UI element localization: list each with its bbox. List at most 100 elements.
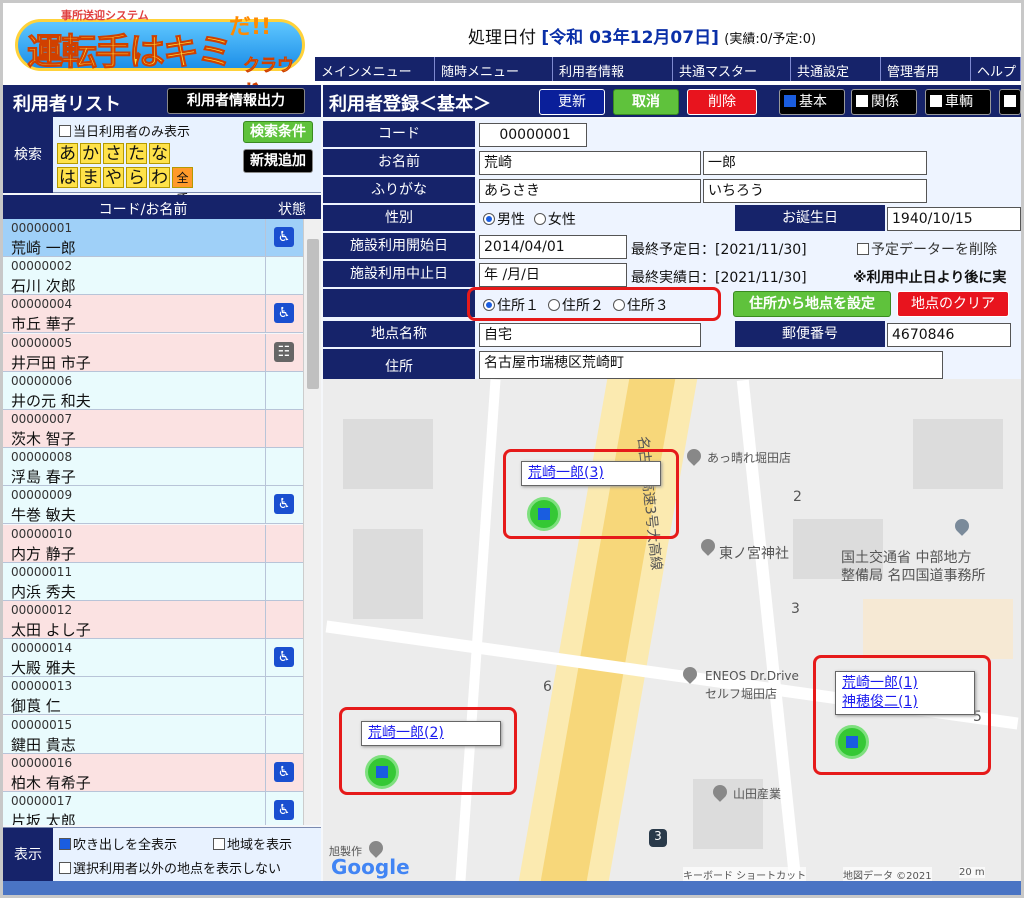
user-code: 00000015 (11, 717, 73, 732)
hide-others-option[interactable]: 選択利用者以外の地点を表示しない (59, 858, 281, 877)
user-list-row[interactable]: 00000009 牛巻 敏夫 ♿ (3, 486, 303, 525)
birthday-field[interactable]: 1940/10/15 (887, 207, 1021, 231)
tab-relation[interactable]: 関係 (851, 89, 917, 115)
user-location-marker[interactable] (527, 497, 561, 531)
keyboard-shortcuts-link[interactable]: キーボード ショートカット (683, 867, 807, 881)
menu-main[interactable]: メインメニュー (315, 57, 435, 81)
menu-help[interactable]: ヘルプ (971, 57, 1021, 81)
balloon-link-arasaki-2[interactable]: 荒崎一郎(2) (368, 724, 494, 743)
user-list-row[interactable]: 00000016 柏木 有希子 ♿ (3, 753, 303, 792)
stop-date-field[interactable]: 年 /月/日 (479, 263, 627, 287)
code-field[interactable]: 00000001 (479, 123, 587, 147)
map-view[interactable]: 名古屋高速3号大高線 あっ晴れ堀田店 東ノ宮神社 国土交通省 中部地方 整備局 … (323, 379, 1021, 881)
user-list-row[interactable]: 00000002 石川 次郎 (3, 257, 303, 296)
today-only-checkbox[interactable] (59, 125, 71, 137)
user-list-row[interactable]: 00000017 片坂 太郎 ♿ (3, 792, 303, 825)
balloon-link-arasaki-1[interactable]: 荒崎一郎(1) (842, 674, 968, 693)
user-registration-panel: 利用者登録＜基本＞ 更新 取消 削除 基本 関係 車輌 コード 00000001… (323, 85, 1021, 881)
export-user-info-button[interactable]: 利用者情報出力 (167, 88, 305, 114)
stop-note: ※利用中止日より後に実 (853, 270, 1007, 286)
update-button[interactable]: 更新 (539, 89, 605, 115)
place-name-field[interactable]: 自宅 (479, 323, 701, 347)
today-only-option[interactable]: 当日利用者のみ表示 (59, 121, 190, 140)
kana-ya-button[interactable]: や (103, 167, 124, 188)
delete-planned-checkbox[interactable] (857, 243, 869, 255)
balloon-arasaki-1[interactable]: 荒崎一郎(1) 神穂俊二(1) (835, 671, 975, 715)
user-name: 内浜 秀夫 (11, 582, 76, 601)
male-radio[interactable] (483, 213, 495, 225)
delete-planned-option[interactable]: 予定データーを削除 (857, 239, 997, 259)
search-conditions-button[interactable]: 検索条件 (243, 121, 313, 143)
address-field[interactable]: 名古屋市瑞穂区荒崎町 (479, 351, 943, 379)
new-add-button[interactable]: 新規追加 (243, 149, 313, 173)
user-location-marker[interactable] (365, 755, 399, 789)
kana-ha-button[interactable]: は (57, 167, 78, 188)
female-label: 女性 (547, 212, 576, 228)
menu-admin[interactable]: 管理者用 (881, 57, 971, 81)
kana-na-button[interactable]: な (149, 143, 170, 164)
user-list-row[interactable]: 00000013 御莨 仁 (3, 677, 303, 716)
hide-others-checkbox[interactable] (59, 862, 71, 874)
kana-label: ふりがな (323, 177, 475, 203)
wheelchair-icon: ♿ (274, 227, 294, 247)
user-list-row[interactable]: 00000006 井の元 和夫 (3, 371, 303, 410)
tab-vehicle[interactable]: 車輌 (925, 89, 991, 115)
first-kana-field[interactable]: いちろう (703, 179, 927, 203)
user-location-marker[interactable] (835, 725, 869, 759)
user-list-row[interactable]: 00000007 茨木 智子 (3, 410, 303, 448)
balloon-arasaki-3[interactable]: 荒崎一郎(3) (521, 461, 661, 486)
show-all-balloons-checkbox[interactable] (59, 838, 71, 850)
show-area-checkbox[interactable] (213, 838, 225, 850)
user-list-scrollbar[interactable] (303, 219, 321, 825)
kana-all-button[interactable]: 全て (172, 167, 193, 205)
kana-sa-button[interactable]: さ (103, 143, 124, 164)
user-list-row[interactable]: 00000008 浮島 春子 (3, 448, 303, 487)
user-list-row[interactable]: 00000001 荒崎 一郎 ♿ (3, 219, 303, 257)
kana-ka-button[interactable]: か (80, 143, 101, 164)
user-list-row[interactable]: 00000004 市丘 華子 ♿ (3, 295, 303, 334)
scroll-thumb[interactable] (307, 239, 319, 389)
tab-more[interactable] (999, 89, 1021, 115)
address2-radio[interactable] (547, 299, 560, 311)
balloon-arasaki-2[interactable]: 荒崎一郎(2) (361, 721, 501, 746)
show-area-option[interactable]: 地域を表示 (213, 834, 292, 853)
balloon-link-arasaki-3[interactable]: 荒崎一郎(3) (528, 464, 654, 483)
date-label: 処理日付 (468, 28, 536, 48)
last-name-field[interactable]: 荒崎 (479, 151, 701, 175)
building (913, 419, 1003, 489)
user-list-row[interactable]: 00000005 井戸田 市子 ☷ (3, 333, 303, 372)
show-all-balloons-option[interactable]: 吹き出しを全表示 (59, 834, 177, 853)
address1-radio[interactable] (483, 299, 495, 311)
kana-ta-button[interactable]: た (126, 143, 147, 164)
address3-radio[interactable] (612, 299, 625, 311)
user-name: 茨木 智子 (11, 430, 76, 448)
menu-common-settings[interactable]: 共通設定 (791, 57, 881, 81)
delete-button[interactable]: 削除 (687, 89, 757, 115)
user-list-row[interactable]: 00000014 大殿 雅夫 ♿ (3, 639, 303, 678)
user-name: 太田 よし子 (11, 621, 91, 639)
cancel-button[interactable]: 取消 (613, 89, 679, 115)
last-kana-field[interactable]: あらさき (479, 179, 701, 203)
set-point-from-address-button[interactable]: 住所から地点を設定 (733, 291, 891, 317)
first-name-field[interactable]: 一郎 (703, 151, 927, 175)
balloon-link-kanbo-1[interactable]: 神穂俊二(1) (842, 693, 968, 712)
kana-ra-button[interactable]: ら (126, 167, 147, 188)
kana-wa-button[interactable]: わ (149, 167, 170, 188)
last-planned-date: 最終予定日：[2021/11/30] (631, 242, 807, 258)
menu-user-info[interactable]: 利用者情報 (553, 57, 673, 81)
kana-ma-button[interactable]: ま (80, 167, 101, 188)
user-list-row[interactable]: 00000015 鍵田 貴志 (3, 715, 303, 754)
user-list-row[interactable]: 00000010 内方 静子 (3, 524, 303, 563)
start-date-field[interactable]: 2014/04/01 (479, 235, 627, 259)
tab-basic[interactable]: 基本 (779, 89, 845, 115)
clear-point-button[interactable]: 地点のクリア (897, 291, 1009, 317)
user-name: 大殿 雅夫 (11, 659, 76, 678)
menu-adhoc[interactable]: 随時メニュー (435, 57, 553, 81)
zip-field[interactable]: 4670846 (887, 323, 1011, 347)
menu-common-master[interactable]: 共通マスター (673, 57, 791, 81)
wheelchair-icon: ♿ (274, 761, 294, 782)
user-list-row[interactable]: 00000011 内浜 秀夫 (3, 562, 303, 601)
kana-a-button[interactable]: あ (57, 143, 78, 164)
user-list-row[interactable]: 00000012 太田 よし子 (3, 601, 303, 639)
female-radio[interactable] (533, 213, 546, 225)
